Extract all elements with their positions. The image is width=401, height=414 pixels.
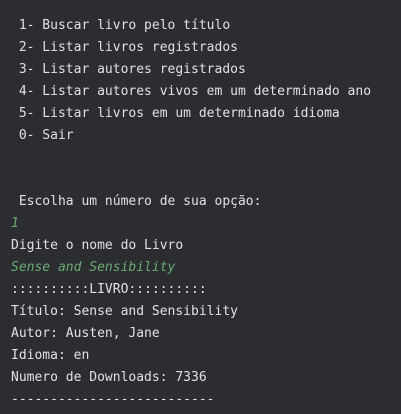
book-title: Título: Sense and Sensibility: [11, 304, 238, 319]
book-author: Autor: Austen, Jane: [11, 326, 160, 341]
user-input-choice: 1: [11, 216, 19, 231]
user-input-title: Sense and Sensibility: [11, 260, 176, 275]
option-prompt: Escolha um número de sua opção:: [11, 194, 262, 209]
book-language: Idioma: en: [11, 348, 90, 363]
menu-option-4: 4- Listar autores vivos em um determinad…: [11, 84, 372, 99]
menu-option-0: 0- Sair: [11, 128, 74, 143]
console-output[interactable]: 1- Buscar livro pelo título 2- Listar li…: [0, 0, 401, 414]
book-header: ::::::::::LIVRO::::::::::: [11, 282, 207, 297]
menu-option-1: 1- Buscar livro pelo título: [11, 18, 231, 33]
menu-option-3: 3- Listar autores registrados: [11, 62, 246, 77]
separator-line: --------------------------: [11, 392, 215, 407]
book-downloads: Numero de Downloads: 7336: [11, 370, 207, 385]
title-prompt: Digite o nome do Livro: [11, 238, 184, 253]
menu-option-5: 5- Listar livros em um determinado idiom…: [11, 106, 340, 121]
menu-option-2: 2- Listar livros registrados: [11, 40, 238, 55]
